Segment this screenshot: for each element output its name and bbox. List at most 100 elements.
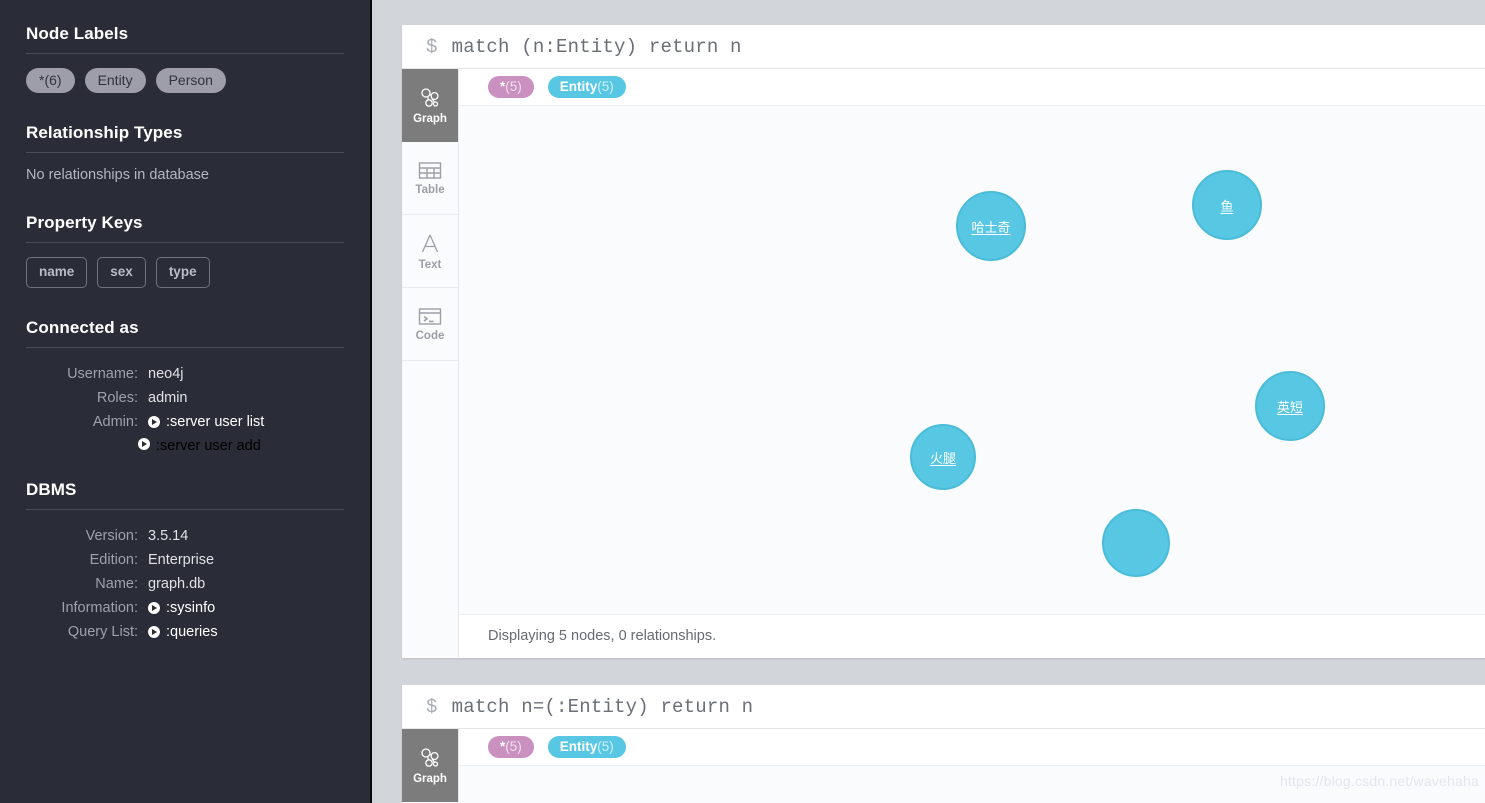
row-key: Name: [95,575,138,592]
command-label: :server user add [156,437,261,454]
divider [26,242,344,243]
node-labels-heading: Node Labels [26,24,129,43]
graph-node[interactable]: 鱼 [1192,170,1262,240]
divider [26,152,344,153]
main-stream: $ match (n:Entity) return n Graph Table … [374,0,1485,803]
code-icon [418,307,442,325]
row-key: Information: [61,599,138,616]
legend-chip-name: Entity [559,78,598,94]
property-key-chip-name[interactable]: name [26,257,88,288]
legend-chip-entity[interactable]: Entity(5) [547,735,626,759]
tab-graph[interactable]: Graph [402,69,458,142]
graph-icon [421,747,439,767]
command-link-server-user-list[interactable]: :server user list [138,410,264,434]
command-label: :sysinfo [166,599,216,616]
row-key: Admin: [92,413,138,430]
view-tab-rail: Graph [402,729,459,803]
graph-node[interactable] [1102,509,1170,577]
dbms-row-information: Information: :sysinfo [26,596,344,620]
result-status-bar: Displaying 5 nodes, 0 relationships. [459,614,1485,656]
graph-canvas[interactable]: 哈士奇 鱼英短火腿 [459,106,1485,614]
play-icon [148,601,160,614]
tab-label: Code [415,329,445,342]
sidebar: Node Labels *(6) Entity Person Relations… [0,0,372,803]
graph-node-caption: 鱼 [1220,198,1234,214]
legend-chip-all[interactable]: *(5) [488,735,534,759]
relationship-types-empty-message: No relationships in database [26,167,209,183]
legend-chip-entity[interactable]: Entity(5) [547,75,626,99]
command-link-queries[interactable]: :queries [138,620,218,644]
connected-as-row-username: Username: neo4j [26,362,344,386]
graph-node[interactable]: 英短 [1255,371,1325,441]
graph-node[interactable]: 哈士奇 [956,191,1026,261]
result-column: *(5) Entity(5) [459,729,1485,803]
play-icon [138,437,150,450]
command-link-sysinfo[interactable]: :sysinfo [138,596,215,620]
node-label-chip-entity[interactable]: Entity [84,68,146,93]
tab-text[interactable]: Text [402,215,458,288]
command-label: :queries [166,623,218,640]
divider [26,53,344,54]
tab-graph[interactable]: Graph [402,729,458,802]
view-tab-rail: Graph Table Text Code [402,69,459,657]
result-legend-bar: *(5) Entity(5) [459,729,1485,766]
graph-canvas[interactable] [459,766,1485,803]
prompt-icon: $ [426,35,438,58]
row-key: Username: [67,365,138,382]
tab-code[interactable]: Code [402,288,458,361]
dbms-row-edition: Edition: Enterprise [26,548,344,572]
result-legend-bar: *(5) Entity(5) [459,69,1485,106]
graph-node-caption: 英短 [1276,399,1303,415]
node-label-chip-person[interactable]: Person [155,68,226,93]
property-keys-chip-row: name sex type [26,257,344,296]
connected-as-row-roles: Roles: admin [26,386,344,410]
row-value: Enterprise [148,551,215,568]
command-link-server-user-add[interactable]: :server user add [138,434,261,458]
divider [26,508,344,510]
connected-as-row-admin-extra: :server user add [26,434,344,458]
play-icon [148,415,160,428]
graph-icon [421,87,439,107]
row-value: neo4j [148,365,184,382]
divider [26,346,344,348]
legend-chip-count: (5) [505,738,522,754]
node-label-chip-all[interactable]: *(6) [26,68,75,93]
tab-label: Graph [413,772,447,785]
command-label: :server user list [166,413,265,430]
dbms-heading: DBMS [26,479,77,499]
dbms-row-version: Version: 3.5.14 [26,524,344,548]
frame-body: Graph Table Text Code *(5) Entity(5) 哈士奇… [402,69,1485,657]
node-labels-chip-row: *(6) Entity Person [26,68,344,101]
query-editor-bar[interactable]: $ match n=(:Entity) return n [402,685,1485,729]
text-icon [421,234,439,252]
property-key-chip-type[interactable]: type [155,257,210,288]
tab-label: Text [418,258,442,271]
tab-label: Table [415,183,445,196]
status-text: Displaying 5 nodes, 0 relationships. [488,627,717,644]
legend-chip-count: (5) [505,78,522,94]
legend-chip-count: (5) [597,738,614,754]
row-key: Roles: [96,389,138,406]
property-keys-heading: Property Keys [26,213,143,232]
legend-chip-all[interactable]: *(5) [488,75,534,99]
relationship-types-heading: Relationship Types [26,123,183,142]
graph-node-caption: 哈士奇 [971,219,1011,235]
row-value: admin [148,389,188,406]
dbms-row-query-list: Query List: :queries [26,620,344,644]
query-text: match n=(:Entity) return n [451,695,754,718]
graph-node-caption: 火腿 [929,450,956,466]
query-frame: $ match (n:Entity) return n Graph Table … [402,25,1485,658]
prompt-icon: $ [426,695,438,718]
property-key-chip-sex[interactable]: sex [97,257,146,288]
query-text: match (n:Entity) return n [451,35,742,58]
row-value: graph.db [148,575,206,592]
result-column: *(5) Entity(5) 哈士奇鱼英短 火腿 Displaying 5 nod… [459,69,1485,657]
row-key: Edition: [89,551,138,568]
query-editor-bar[interactable]: $ match (n:Entity) return n [402,25,1485,69]
legend-chip-count: (5) [597,78,614,94]
play-icon [148,625,160,638]
tab-table[interactable]: Table [402,142,458,215]
graph-node[interactable]: 火腿 [910,424,976,490]
neo4j-browser-app: Node Labels *(6) Entity Person Relations… [0,0,1485,803]
row-key: Query List: [67,623,138,640]
